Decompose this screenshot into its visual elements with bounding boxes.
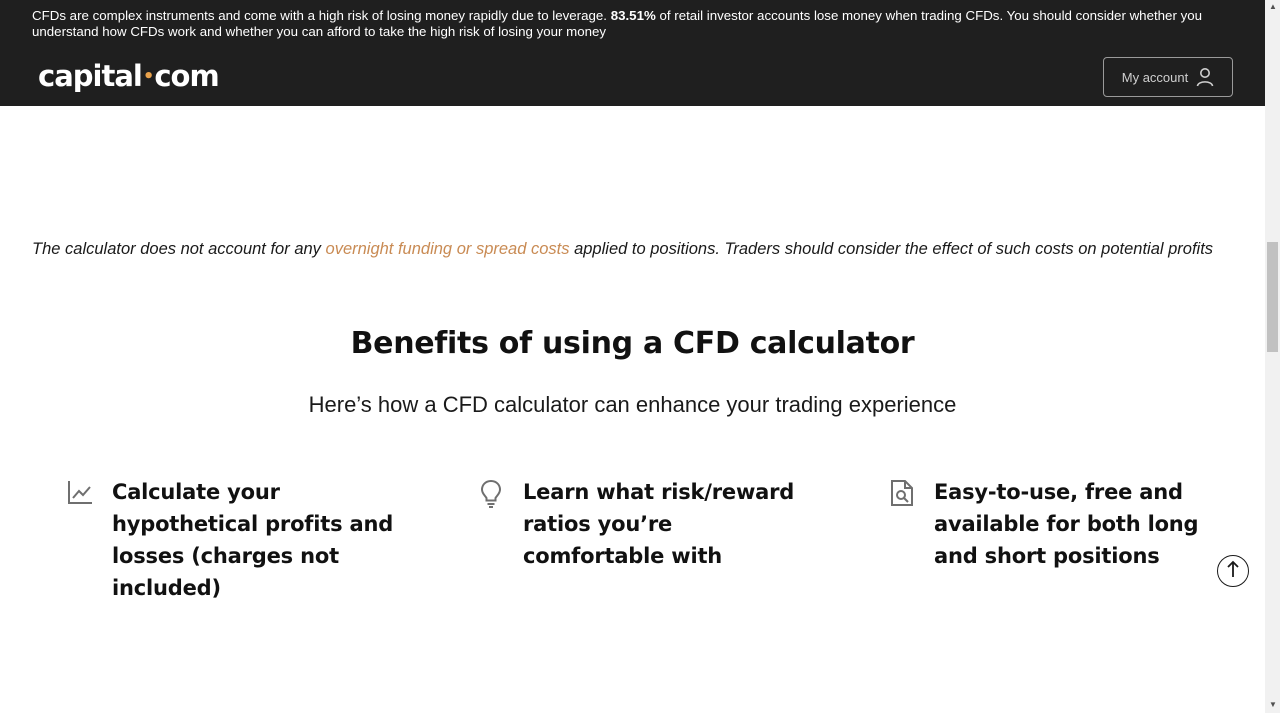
- logo-dot: •: [142, 66, 154, 87]
- my-account-label: My account: [1121, 69, 1189, 85]
- benefit-item-risk-reward: Learn what risk/reward ratios you’re com…: [477, 476, 813, 572]
- my-account-button[interactable]: My account: [1103, 57, 1233, 97]
- scroll-up-arrow-icon[interactable]: ▲: [1269, 3, 1277, 11]
- benefit-item-easy-to-use: Easy-to-use, free and available for both…: [888, 476, 1224, 572]
- benefit-text: Calculate your hypothetical profits and …: [112, 480, 394, 600]
- disclaimer-text-end: applied to positions. Traders should con…: [569, 240, 1214, 258]
- back-to-top-button[interactable]: [1217, 555, 1249, 587]
- document-search-icon: [888, 478, 918, 510]
- scroll-down-arrow-icon[interactable]: ▼: [1269, 701, 1277, 709]
- calculator-disclaimer: The calculator does not account for any …: [32, 238, 1257, 260]
- benefit-text: Easy-to-use, free and available for both…: [934, 480, 1199, 568]
- overnight-funding-link[interactable]: overnight funding or spread costs: [326, 240, 570, 258]
- risk-percent: 83.51%: [610, 8, 656, 23]
- chart-line-icon: [66, 478, 96, 510]
- risk-warning-banner: CFDs are complex instruments and come wi…: [32, 8, 1232, 40]
- user-icon: [1196, 67, 1214, 87]
- page-scrollbar[interactable]: ▲ ▼: [1265, 0, 1280, 713]
- benefit-item-profits: Calculate your hypothetical profits and …: [66, 476, 402, 604]
- lightbulb-icon: [477, 478, 507, 510]
- benefit-text: Learn what risk/reward ratios you’re com…: [523, 480, 795, 568]
- logo-text-right: com: [154, 59, 219, 93]
- benefits-section-title: Benefits of using a CFD calculator: [350, 326, 915, 361]
- scrollbar-thumb[interactable]: [1267, 242, 1278, 352]
- capital-com-logo[interactable]: capital•com: [38, 56, 220, 97]
- disclaimer-text-start: The calculator does not account for any: [32, 240, 326, 258]
- arrow-up-icon: [1225, 559, 1241, 584]
- logo-text-left: capital: [38, 59, 143, 93]
- benefits-section-subtitle: Here’s how a CFD calculator can enhance …: [308, 392, 957, 417]
- site-header: CFDs are complex instruments and come wi…: [0, 0, 1265, 106]
- risk-warning-text-start: CFDs are complex instruments and come wi…: [32, 8, 611, 23]
